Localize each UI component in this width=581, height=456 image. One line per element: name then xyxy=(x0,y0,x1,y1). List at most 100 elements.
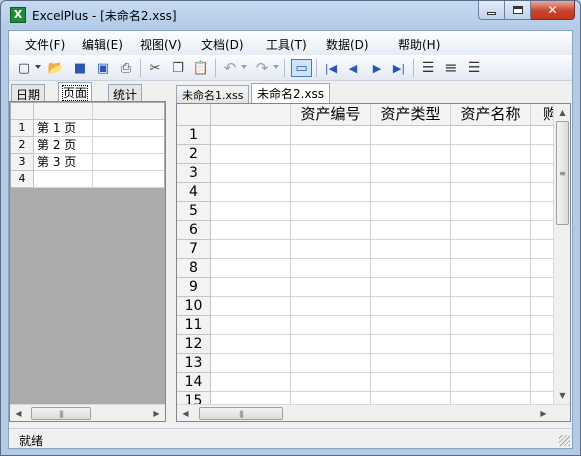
save-icon[interactable]: ■ xyxy=(71,59,89,77)
scroll-right-icon[interactable]: ▶ xyxy=(535,405,552,421)
table-row[interactable]: 2 xyxy=(177,145,570,164)
first-page-icon[interactable]: |◀ xyxy=(321,59,341,77)
list-item[interactable]: 2 第 2 页 xyxy=(11,137,164,154)
grid-cell[interactable] xyxy=(211,316,291,335)
undo-icon[interactable]: ↶ xyxy=(221,59,239,77)
print-icon[interactable]: ⎙ xyxy=(117,59,135,77)
row-number[interactable]: 1 xyxy=(177,126,211,145)
page-label[interactable]: 第 2 页 xyxy=(34,137,93,154)
grid-cell[interactable] xyxy=(291,221,371,240)
align-left-icon[interactable]: ☰ xyxy=(419,59,437,77)
table-row[interactable]: 12 xyxy=(177,335,570,354)
tab-document-2[interactable]: 未命名2.xss xyxy=(251,83,331,103)
table-row[interactable]: 5 xyxy=(177,202,570,221)
grid-cell[interactable] xyxy=(371,259,451,278)
row-number[interactable]: 5 xyxy=(177,202,211,221)
title-bar[interactable]: X ExcelPlus - [未命名2.xss] ✕ xyxy=(1,1,580,29)
grid-cell[interactable] xyxy=(291,164,371,183)
grid-cell[interactable] xyxy=(371,335,451,354)
table-row[interactable]: 6 xyxy=(177,221,570,240)
grid-cell[interactable] xyxy=(451,373,531,392)
grid-cell[interactable] xyxy=(451,221,531,240)
comment-icon[interactable]: ▭ xyxy=(291,59,312,77)
new-dropdown-icon[interactable] xyxy=(35,65,41,69)
copy-icon[interactable]: ❐ xyxy=(169,59,187,77)
grid-cell[interactable] xyxy=(451,126,531,145)
corner-cell[interactable] xyxy=(177,104,211,126)
grid-cell[interactable] xyxy=(371,145,451,164)
table-row[interactable]: 13 xyxy=(177,354,570,373)
list-item[interactable]: 1 第 1 页 xyxy=(11,120,164,137)
column-header-asset-type[interactable]: 资产类型 xyxy=(371,104,451,126)
table-row[interactable]: 10 xyxy=(177,297,570,316)
grid-cell[interactable] xyxy=(291,297,371,316)
grid-cell[interactable] xyxy=(451,354,531,373)
align-right-icon[interactable]: ☰ xyxy=(465,59,483,77)
table-row[interactable]: 3 xyxy=(177,164,570,183)
grid-cell[interactable] xyxy=(211,145,291,164)
grid-cell[interactable] xyxy=(291,126,371,145)
column-header-asset-name[interactable]: 资产名称 xyxy=(451,104,531,126)
scroll-down-icon[interactable]: ▼ xyxy=(554,387,570,403)
menu-document[interactable]: 文档(D) xyxy=(201,36,244,53)
next-page-icon[interactable]: ▶ xyxy=(368,59,386,77)
row-number[interactable]: 2 xyxy=(177,145,211,164)
row-number[interactable]: 10 xyxy=(177,297,211,316)
scroll-left-icon[interactable]: ◀ xyxy=(177,405,194,421)
grid-cell[interactable] xyxy=(371,240,451,259)
resize-grip-icon[interactable] xyxy=(559,435,570,446)
grid-cell[interactable] xyxy=(211,183,291,202)
row-number[interactable]: 12 xyxy=(177,335,211,354)
grid-cell[interactable] xyxy=(211,373,291,392)
grid-cell[interactable] xyxy=(291,183,371,202)
cut-icon[interactable]: ✂ xyxy=(146,59,164,77)
page-label[interactable] xyxy=(34,171,93,188)
excel-app-icon[interactable]: X xyxy=(10,7,26,23)
grid-cell[interactable] xyxy=(371,164,451,183)
grid-cell[interactable] xyxy=(371,354,451,373)
grid-cell[interactable] xyxy=(451,145,531,164)
grid-cell[interactable] xyxy=(291,278,371,297)
previous-page-icon[interactable]: ◀ xyxy=(344,59,362,77)
column-header[interactable] xyxy=(211,104,291,126)
scroll-up-icon[interactable]: ▲ xyxy=(554,104,570,120)
table-row[interactable]: 8 xyxy=(177,259,570,278)
table-row[interactable]: 14 xyxy=(177,373,570,392)
paste-icon[interactable]: 📋 xyxy=(192,59,210,77)
grid-cell[interactable] xyxy=(211,259,291,278)
tab-date[interactable]: 日期 xyxy=(11,84,46,102)
grid-cell[interactable] xyxy=(371,278,451,297)
maximize-button[interactable] xyxy=(505,1,531,20)
pages-horizontal-scrollbar[interactable]: ◀ ||| ▶ xyxy=(10,404,165,421)
align-center-icon[interactable]: ≡ xyxy=(442,59,460,77)
grid-cell[interactable] xyxy=(451,297,531,316)
grid-cell[interactable] xyxy=(211,335,291,354)
grid-cell[interactable] xyxy=(451,240,531,259)
grid-cell[interactable] xyxy=(93,120,164,137)
grid-cell[interactable] xyxy=(93,137,164,154)
save-all-icon[interactable]: ▣ xyxy=(94,59,112,77)
redo-dropdown-icon[interactable] xyxy=(273,65,279,69)
redo-icon[interactable]: ↷ xyxy=(253,59,271,77)
undo-dropdown-icon[interactable] xyxy=(241,65,247,69)
grid-cell[interactable] xyxy=(371,373,451,392)
grid-cell[interactable] xyxy=(451,259,531,278)
sheet-vertical-scrollbar[interactable]: ▲ ≡ ▼ xyxy=(553,104,570,404)
scroll-left-icon[interactable]: ◀ xyxy=(10,405,27,421)
row-number[interactable]: 14 xyxy=(177,373,211,392)
tab-document-1[interactable]: 未命名1.xss xyxy=(176,85,250,103)
menu-data[interactable]: 数据(D) xyxy=(326,36,369,53)
table-row[interactable]: 7 xyxy=(177,240,570,259)
table-row[interactable]: 4 xyxy=(177,183,570,202)
grid-cell[interactable] xyxy=(93,154,164,171)
grid-cell[interactable] xyxy=(291,354,371,373)
row-number[interactable]: 3 xyxy=(177,164,211,183)
list-item[interactable]: 3 第 3 页 xyxy=(11,154,164,171)
scroll-right-icon[interactable]: ▶ xyxy=(148,405,165,421)
table-row[interactable]: 11 xyxy=(177,316,570,335)
menu-help[interactable]: 帮助(H) xyxy=(398,36,440,53)
grid-cell[interactable] xyxy=(211,240,291,259)
open-folder-icon[interactable]: 📂 xyxy=(47,59,65,77)
scrollbar-thumb[interactable]: ≡ xyxy=(556,121,569,225)
minimize-button[interactable] xyxy=(478,1,505,20)
